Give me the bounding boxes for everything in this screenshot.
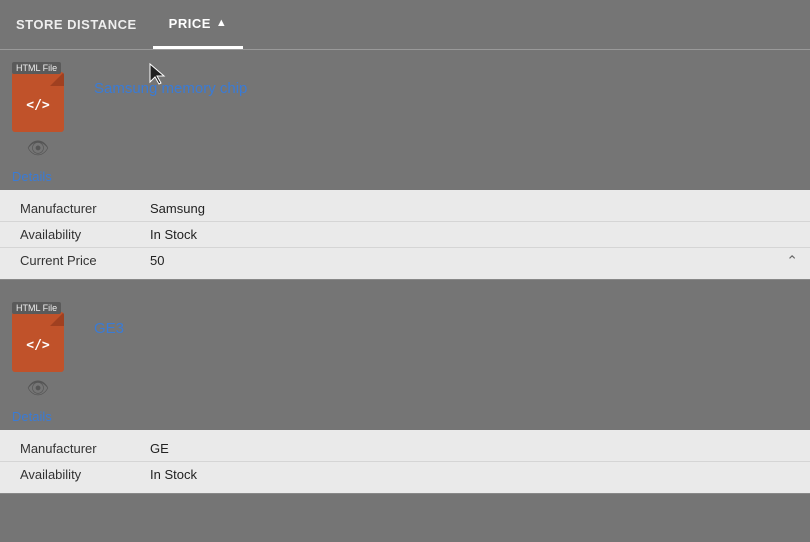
tabs-bar: STORE DISTANCE PRICE ▲ (0, 0, 810, 50)
collapse-button-samsung[interactable]: ⌃ (786, 252, 798, 269)
details-table-ge3: Manufacturer GE Availability In Stock (0, 430, 810, 493)
product-card-ge3: HTML File </> 👁 GE3 Details Manufacturer… (0, 290, 810, 494)
details-table-samsung: Manufacturer Samsung Availability In Sto… (0, 190, 810, 279)
product-title-ge3[interactable]: GE3 (84, 302, 124, 337)
details-label-samsung[interactable]: Details (0, 167, 64, 190)
file-icon-samsung: </> (12, 72, 64, 132)
file-badge-samsung: HTML File (12, 62, 61, 74)
detail-row-price-samsung: Current Price 50 ⌃ (0, 248, 810, 273)
detail-label-availability-samsung: Availability (20, 227, 150, 242)
eye-icon-wrap-ge3[interactable]: 👁 (12, 378, 64, 399)
file-icon-ge3: </> (12, 312, 64, 372)
detail-value-price-samsung: 50 (150, 253, 790, 268)
detail-value-manufacturer-samsung: Samsung (150, 201, 790, 216)
detail-row-availability-samsung: Availability In Stock (0, 222, 810, 248)
card-header-samsung: HTML File </> 👁 Samsung memory chip (0, 62, 810, 167)
detail-value-manufacturer-ge3: GE (150, 441, 790, 456)
file-code-samsung: </> (26, 98, 49, 113)
file-icon-wrap-ge3: HTML File </> 👁 (12, 302, 84, 399)
file-code-ge3: </> (26, 338, 49, 353)
details-label-ge3[interactable]: Details (0, 407, 64, 430)
sort-asc-icon: ▲ (216, 17, 227, 29)
product-card-samsung: HTML File </> 👁 Samsung memory chip Deta… (0, 50, 810, 280)
detail-label-manufacturer-ge3: Manufacturer (20, 441, 150, 456)
tab-price[interactable]: PRICE ▲ (153, 0, 244, 49)
file-icon-wrap-samsung: HTML File </> 👁 (12, 62, 84, 159)
file-badge-ge3: HTML File (12, 302, 61, 314)
product-title-samsung[interactable]: Samsung memory chip (84, 62, 247, 97)
detail-label-availability-ge3: Availability (20, 467, 150, 482)
eye-icon-ge3: 👁 (27, 378, 50, 399)
card-header-ge3: HTML File </> 👁 GE3 (0, 302, 810, 407)
card-spacer (0, 280, 810, 290)
detail-value-availability-ge3: In Stock (150, 467, 790, 482)
detail-value-availability-samsung: In Stock (150, 227, 790, 242)
detail-label-price-samsung: Current Price (20, 253, 150, 268)
detail-label-manufacturer-samsung: Manufacturer (20, 201, 150, 216)
eye-icon-wrap-samsung[interactable]: 👁 (12, 138, 64, 159)
detail-row-manufacturer-ge3: Manufacturer GE (0, 436, 810, 462)
detail-row-availability-ge3: Availability In Stock (0, 462, 810, 487)
detail-row-manufacturer-samsung: Manufacturer Samsung (0, 196, 810, 222)
eye-icon-samsung: 👁 (27, 138, 50, 159)
tab-store-distance[interactable]: STORE DISTANCE (0, 0, 153, 49)
